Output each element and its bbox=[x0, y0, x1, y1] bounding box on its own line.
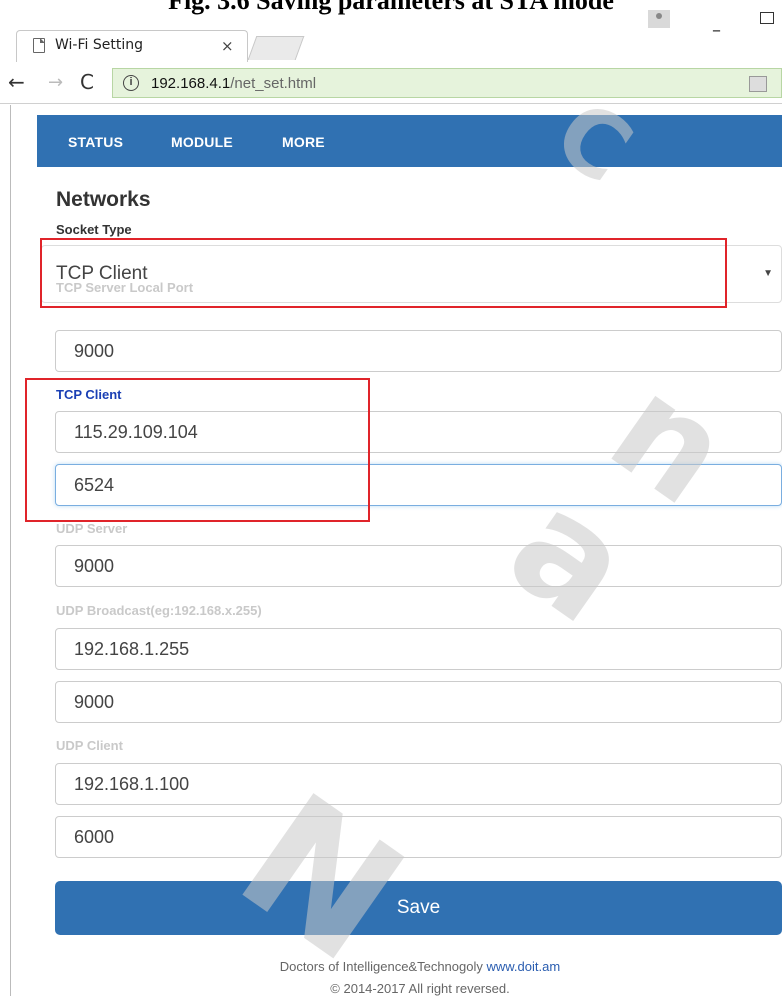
url-path: /net_set.html bbox=[230, 75, 317, 92]
back-arrow-icon[interactable]: ← bbox=[8, 70, 25, 94]
udp-broadcast-port-input[interactable]: 9000 bbox=[55, 681, 782, 723]
profile-icon[interactable] bbox=[648, 10, 670, 28]
tcp-client-port-input[interactable]: 6524 bbox=[55, 464, 782, 506]
url-host: 192.168.4.1 bbox=[151, 75, 231, 92]
translate-icon[interactable] bbox=[749, 76, 767, 92]
nav-status-link[interactable]: STATUS bbox=[68, 134, 123, 150]
save-button[interactable]: Save bbox=[55, 881, 782, 935]
tcp-client-ip-input[interactable]: 115.29.109.104 bbox=[55, 411, 782, 453]
document-icon bbox=[33, 38, 45, 53]
nav-module-link[interactable]: MODULE bbox=[171, 134, 233, 150]
top-navigation-bar: STATUS MODULE MORE bbox=[37, 115, 782, 167]
browser-tab[interactable]: Wi-Fi Setting × bbox=[16, 30, 248, 62]
tcp-server-label: TCP Server Local Port bbox=[56, 280, 194, 295]
udp-server-port-input[interactable]: 9000 bbox=[55, 545, 782, 587]
udp-client-label: UDP Client bbox=[56, 738, 123, 753]
dropdown-arrow-icon: ▼ bbox=[763, 268, 773, 279]
minimize-icon[interactable]: – bbox=[712, 20, 721, 41]
tab-close-icon[interactable]: × bbox=[221, 37, 234, 55]
udp-broadcast-ip-input[interactable]: 192.168.1.255 bbox=[55, 628, 782, 670]
reload-icon[interactable]: C bbox=[80, 70, 94, 94]
udp-server-label: UDP Server bbox=[56, 521, 128, 536]
address-bar[interactable]: i 192.168.4.1/net_set.html bbox=[112, 68, 782, 98]
nav-more-link[interactable]: MORE bbox=[282, 134, 325, 150]
maximize-icon[interactable] bbox=[760, 12, 774, 24]
new-tab-button[interactable] bbox=[247, 36, 305, 60]
browser-tabstrip: Wi-Fi Setting × – bbox=[0, 10, 782, 62]
tcp-client-label: TCP Client bbox=[56, 387, 122, 402]
socket-type-label: Socket Type bbox=[56, 222, 132, 237]
udp-client-ip-input[interactable]: 192.168.1.100 bbox=[55, 763, 782, 805]
networks-heading: Networks bbox=[56, 188, 151, 211]
footer-link[interactable]: www.doit.am bbox=[486, 959, 560, 974]
tab-title: Wi-Fi Setting bbox=[55, 37, 143, 53]
address-toolbar: ← → C i 192.168.4.1/net_set.html bbox=[0, 62, 782, 104]
udp-client-port-input[interactable]: 6000 bbox=[55, 816, 782, 858]
udp-broadcast-label: UDP Broadcast(eg:192.168.x.255) bbox=[56, 603, 262, 618]
tcp-server-port-input[interactable]: 9000 bbox=[55, 330, 782, 372]
page-footer: Doctors of Intelligence&Technogoly www.d… bbox=[0, 956, 782, 996]
url-text: 192.168.4.1/net_set.html bbox=[151, 75, 316, 92]
forward-arrow-icon[interactable]: → bbox=[48, 72, 63, 93]
footer-copyright: © 2014-2017 All right reversed. bbox=[330, 981, 510, 996]
info-icon[interactable]: i bbox=[123, 75, 139, 91]
footer-company: Doctors of Intelligence&Technogoly bbox=[279, 959, 483, 974]
